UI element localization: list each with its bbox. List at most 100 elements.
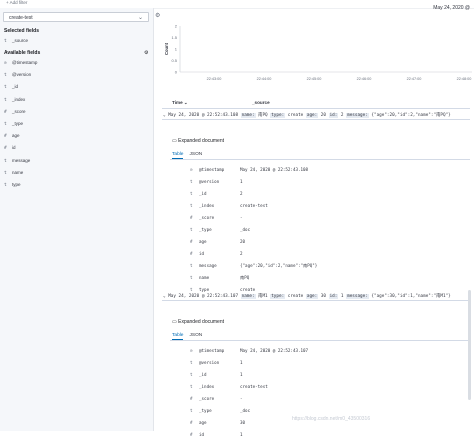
doc-field-name: age [199,420,207,425]
source-value: 南M1 [255,294,271,299]
field-name: type [12,182,21,187]
doc-field-value: 20 [240,239,246,244]
doc-field-name: _id [199,372,207,377]
field-type-icon: # [190,239,193,244]
field-type-icon: # [190,420,193,425]
row-divider [162,300,470,301]
index-pattern-select[interactable]: create-test ⌄ [3,12,149,22]
field-type-icon: ⊙ [4,61,7,66]
source-key: name: [240,294,256,299]
doc-field-value: create-test [240,203,268,208]
y-tick-label: 2 [175,24,178,29]
doc-field-name: _score [199,215,215,220]
gear-icon[interactable]: ⚙ [144,50,148,56]
tab-json[interactable]: JSON [189,333,202,339]
available-field-timestamp[interactable]: ⊙ @timestamp [4,60,37,66]
doc-field-value: 1 [240,179,243,184]
doc-field-name: age [199,239,207,244]
x-tick-label: 22:47:00 [407,77,422,81]
available-field-id[interactable]: t _id [4,84,18,90]
field-name: id [12,145,16,151]
doc-field-value: _doc [240,408,251,413]
chart-settings-gear-icon[interactable]: ⚙ [155,12,160,19]
selected-fields-title: Selected fields [4,28,40,34]
source-key: type: [270,294,286,299]
field-type-icon: t [190,287,193,292]
field-name: _score [12,108,26,114]
field-type-icon: # [190,432,193,437]
field-type-icon: ⊙ [190,348,193,353]
tab-table[interactable]: Table [172,333,184,340]
doc-field-name: @version [199,360,220,365]
field-name: _index [12,96,26,102]
source-value: {"age":20,"id":2,"name":"南PQ"} [368,113,451,118]
y-tick-label: 0.5 [171,58,177,63]
expanded-document-title: Expanded document [178,319,224,325]
available-fields-title: Available fields [4,50,41,56]
field-type-icon: # [4,134,7,140]
available-field-id[interactable]: # id [4,145,16,151]
field-type-icon: t [190,263,193,268]
tabs-divider [170,340,470,341]
doc-field-value: 1 [240,360,243,365]
available-field-message[interactable]: t message [4,158,30,164]
tab-json[interactable]: JSON [189,152,202,158]
available-field-name[interactable]: t name [4,170,23,176]
field-type-icon: t [190,360,193,365]
y-tick-label: 1.5 [171,35,177,40]
available-field-type[interactable]: t type [4,182,21,188]
doc-field-value: 2 [240,191,243,196]
source-key: message: [346,113,369,118]
field-type-icon: t [4,170,7,176]
field-type-icon: t [190,275,193,280]
column-header-source[interactable]: _source [252,100,270,105]
field-name: age [12,133,20,139]
table-row[interactable]: ⌄ May 24, 2020 @ 22:52:43.108 name: 南PQ … [163,112,451,118]
doc-field-name: _id [199,191,207,196]
source-value: {"age":30,"id":1,"name":"南M1"} [368,294,451,299]
doc-field-name: @version [199,179,220,184]
field-type-icon: t [190,203,193,208]
watermark: https://blog.csdn.net/m0_43500316 [292,416,371,422]
field-type-icon: t [4,97,7,103]
tab-table[interactable]: Table [172,152,184,159]
column-header-time[interactable]: Time ⌄ [172,100,188,106]
doc-field-name: _type [199,408,212,413]
field-name: message [12,157,31,163]
field-type-icon: # [190,215,193,220]
available-field-score[interactable]: # _score [4,109,26,115]
y-tick-label: 0 [175,70,178,75]
x-tick-label: 22:44:00 [257,77,272,81]
field-type-icon: # [4,146,7,152]
doc-field-name: name [199,275,210,280]
x-tick-label: 22:48:00 [457,77,472,81]
available-field-age[interactable]: # age [4,133,20,139]
doc-field-value: _doc [240,227,251,232]
available-field-version[interactable]: t @version [4,72,31,78]
index-pattern-value: create-test [9,15,33,21]
field-name: _id [12,84,19,90]
available-field-index[interactable]: t _index [4,97,25,103]
selected-field-source[interactable]: t _source [4,38,28,44]
add-filter-link[interactable]: + Add filter [6,0,27,5]
y-axis-label: Count [164,42,169,55]
doc-field-value: - [240,215,243,220]
doc-field-name: _score [199,396,215,401]
doc-tabs: Table JSON [172,152,208,159]
source-value: create [285,113,306,118]
available-field-type[interactable]: t _type [4,121,23,127]
field-type-icon: # [190,396,193,401]
source-key: name: [240,113,256,118]
y-tick-label: 1 [175,47,178,52]
doc-field-value: May 24, 2020 @ 22:52:43.108 [240,167,309,172]
field-name: name [12,169,24,175]
date-range[interactable]: May 24, 2020 @ [433,5,470,11]
table-row[interactable]: ⌄ May 24, 2020 @ 22:52:43.107 name: 南M1 … [163,293,451,299]
field-type-icon: t [190,227,193,232]
sidebar: create-test ⌄ Selected fields Available … [0,8,154,431]
field-type-icon: t [190,179,193,184]
x-tick-label: 22:43:00 [207,77,222,81]
source-key: message: [346,294,369,299]
scrollbar[interactable] [468,290,471,400]
doc-field-name: @timestamp [199,348,225,353]
